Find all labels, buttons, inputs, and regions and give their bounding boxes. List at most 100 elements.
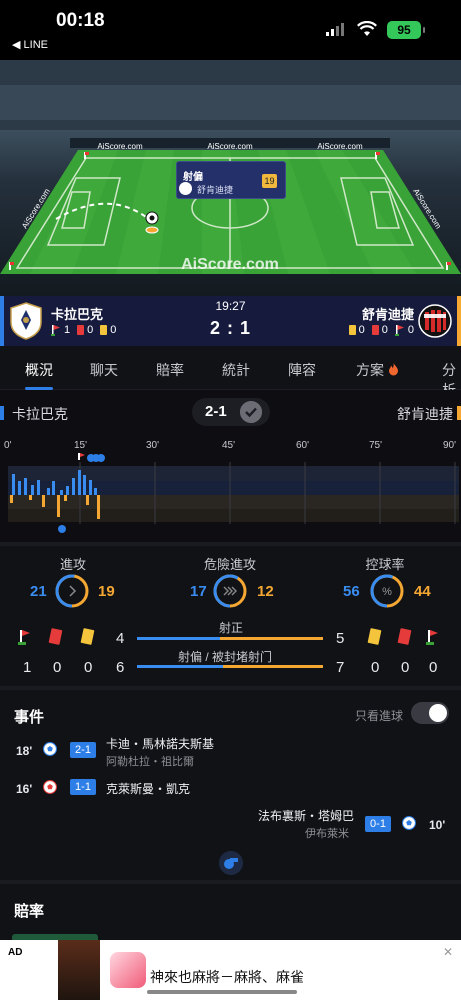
home-red-count: 0 [53,659,62,676]
back-to-app-link[interactable]: ◀ LINE [12,38,48,51]
battery-indicator: 95 [387,21,425,39]
away-corners: 0 [407,324,414,336]
pitch-watermark: AiScore.com [181,256,279,273]
ad-board: AiScore.com [317,142,363,151]
ad-scroll-indicator [147,990,297,994]
event-minute: 10' [429,818,446,832]
off-target-bar-home [137,665,223,668]
red-card-icon [48,628,63,645]
clock-time: 00:18 [56,10,105,31]
away-yellow-count: 0 [371,659,380,676]
stats-summary: 進攻 21 19 危險進攻 17 12 控球率 56 % 44 4 射正 5 1… [0,546,461,686]
tab-plans-label: 方案 [356,362,384,378]
momentum-chart [8,453,459,533]
event-player[interactable]: 法布裏斯・塔姆巴 [258,807,354,824]
odds-section: 賠率 [0,884,461,944]
away-red-count: 0 [401,659,410,676]
red-card-icon [371,325,379,335]
home-color-marker [0,406,4,420]
home-corners-count: 1 [23,659,32,676]
fire-icon [388,363,398,376]
event-popup-team: 舒肯迪捷 [197,185,234,195]
dangerous-label: 危險進攻 [203,557,256,572]
attack-home: 21 [30,583,47,600]
attack-away: 19 [98,583,115,600]
ad-banner[interactable]: AD 神來也麻將－麻將、麻雀 ✕ [0,940,461,1000]
event-assist: 阿勒杜拉・祖比爾 [106,756,194,768]
tab-odds[interactable]: 賠率 [156,360,184,380]
events-section: 事件 只看進球 18' 2-1 卡迪・馬林諾夫斯基 阿勒杜拉・祖比爾 16' 1… [0,690,461,880]
whistle-icon [219,851,243,875]
toggle-knob [429,704,447,722]
only-goals-toggle[interactable] [411,702,449,724]
close-icon[interactable]: ✕ [443,945,453,959]
on-target-away: 5 [336,630,345,647]
corner-flag-icon [18,630,30,645]
only-goals-label: 只看進球 [354,709,403,723]
away-yellow-cards: 0 [358,324,365,336]
ad-app-icon[interactable] [110,952,146,988]
away-corners-count: 0 [429,659,438,676]
tab-stats[interactable]: 統計 [222,360,250,380]
dangerous-away: 12 [257,583,274,600]
away-color-marker [457,406,461,420]
tab-lineup[interactable]: 陣容 [288,360,316,380]
dangerous-home: 17 [190,583,207,600]
checkmark-icon [240,401,262,423]
tab-chat[interactable]: 聊天 [90,360,118,380]
wifi-icon [357,21,377,36]
possession-gauge: % [370,574,404,608]
off-target-home: 6 [116,659,125,676]
yellow-card-icon [80,628,95,645]
tab-bar: 概況 聊天 賠率 統計 陣容 方案 分析 [0,346,461,398]
event-score: 2-1 [70,742,96,758]
away-card-summary: 0 0 0 [348,324,414,336]
events-title: 事件 [14,709,45,726]
soccer-ball-icon [43,780,57,794]
event-popup-title: 射偏 [183,172,203,183]
ad-board: AiScore.com [207,142,253,151]
on-target-bar-home [137,637,220,640]
percent-icon: % [382,586,392,598]
ad-text[interactable]: 神來也麻將－麻將、麻雀 [150,967,304,987]
event-assist: 伊布萊米 [305,828,349,840]
team-badge-icon [179,182,192,195]
possession-label: 控球率 [365,557,405,572]
ad-label: AD [8,947,23,958]
cellular-signal-icon [326,23,344,36]
attack-label: 進攻 [59,557,86,572]
soccer-ball-icon [43,742,57,756]
event-score: 0-1 [365,816,391,832]
away-red-cards: 0 [381,324,388,336]
timeline-home-team: 卡拉巴克 [12,406,68,422]
event-player[interactable]: 卡迪・馬林諾夫斯基 [106,735,214,752]
corner-flag-icon [426,630,438,645]
event-minute: 16' [16,782,33,796]
tab-plans[interactable]: 方案 [356,360,399,380]
corner-flag-icon [394,324,404,336]
odds-title: 賠率 [14,903,45,920]
dangerous-gauge [213,574,247,608]
tab-overview[interactable]: 概況 [25,360,53,380]
yellow-card-icon [367,628,382,645]
on-target-label: 射正 [219,621,244,635]
on-target-home: 4 [116,630,125,647]
away-crest-icon[interactable] [418,302,452,340]
away-team-name[interactable]: 舒肯迪捷 [362,304,414,323]
event-player[interactable]: 克萊斯曼・凱克 [106,780,190,797]
off-target-label: 射偏 / 被封堵射门 [178,650,273,664]
scoreboard: 卡拉巴克 1 0 0 19:27 2 : 1 舒肯迪捷 0 0 0 [0,296,461,346]
yellow-card-icon [348,325,356,335]
ad-image[interactable] [58,940,100,1000]
possession-away: 44 [414,583,431,600]
off-target-away: 7 [336,659,345,676]
event-minute: 18' [16,744,33,758]
attack-gauge [55,574,89,608]
event-popup: 射偏 舒肯迪捷 19 [176,161,286,199]
status-bar: 00:18 ◀ LINE 95 [0,0,461,60]
timeline-score-pill[interactable]: 2-1 [192,398,270,426]
event-popup-minute: 19 [262,174,277,188]
soccer-ball-icon [402,816,416,830]
match-timeline: 卡拉巴克 2-1 舒肯迪捷 0' 15' 30' 45' 60' 75' 90' [0,390,461,542]
timeline-away-team: 舒肯迪捷 [397,406,453,422]
